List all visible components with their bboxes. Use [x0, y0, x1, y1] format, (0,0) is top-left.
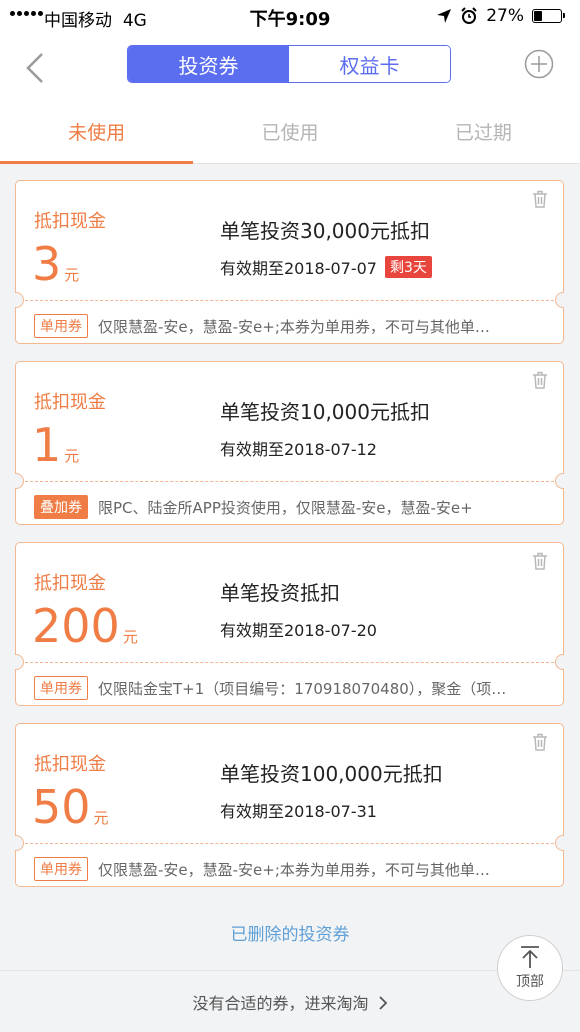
- back-arrow-icon[interactable]: [22, 52, 52, 84]
- trash-icon[interactable]: [532, 190, 548, 208]
- alarm-icon: [461, 7, 477, 24]
- coupon-expiry: 有效期至2018-07-31: [220, 802, 377, 821]
- tab-bar: 未使用 已使用 已过期: [0, 100, 580, 164]
- coupon-type-label: 抵扣现金: [34, 392, 106, 413]
- find-coupons-link[interactable]: 没有合适的券，进来淘淘: [0, 990, 580, 1014]
- status-bar: 中国移动 4G 下午9:09 27%: [0, 0, 580, 34]
- coupon-description: 仅限慧盈-安e，慧盈-安e+;本券为单用券，不可与其他单…: [98, 317, 490, 336]
- days-remaining-badge: 剩3天: [385, 256, 432, 278]
- coupon-amount: 1元: [32, 418, 80, 472]
- coupon-title: 单笔投资抵扣: [220, 581, 340, 605]
- arrow-up-icon: [521, 946, 539, 968]
- battery-icon: [532, 9, 565, 23]
- coupon-tag: 叠加券: [34, 495, 88, 519]
- coupon-title: 单笔投资30,000元抵扣: [220, 219, 430, 243]
- coupon-title: 单笔投资10,000元抵扣: [220, 400, 430, 424]
- trash-icon[interactable]: [532, 552, 548, 570]
- location-arrow-icon: [437, 9, 452, 23]
- coupon-tag: 单用券: [34, 857, 88, 881]
- segment-benefit-cards[interactable]: 权益卡: [289, 46, 450, 82]
- add-circle-icon[interactable]: [524, 49, 554, 79]
- coupon-card[interactable]: 抵扣现金 3元 单笔投资30,000元抵扣 有效期至2018-07-07 剩3天 …: [15, 180, 564, 344]
- coupon-description: 限PC、陆金所APP投资使用，仅限慧盈-安e，慧盈-安e+: [98, 498, 473, 517]
- dashed-divider: [25, 300, 554, 301]
- coupon-title: 单笔投资100,000元抵扣: [220, 762, 443, 786]
- coupon-description: 仅限慧盈-安e，慧盈-安e+;本券为单用券，不可与其他单…: [98, 860, 490, 879]
- chevron-right-icon: [378, 996, 387, 1010]
- dashed-divider: [25, 843, 554, 844]
- tab-unused[interactable]: 未使用: [0, 100, 194, 164]
- back-to-top-label: 顶部: [516, 974, 544, 990]
- coupon-card[interactable]: 抵扣现金 1元 单笔投资10,000元抵扣 有效期至2018-07-12 叠加券…: [15, 361, 564, 525]
- coupon-tag: 单用券: [34, 314, 88, 338]
- coupon-expiry: 有效期至2018-07-12: [220, 440, 377, 459]
- tab-expired[interactable]: 已过期: [387, 100, 580, 163]
- coupon-expiry: 有效期至2018-07-07 剩3天: [220, 255, 432, 279]
- coupon-description: 仅限陆金宝T+1（项目编号：170918070480），聚金（项…: [98, 679, 507, 698]
- back-to-top-button[interactable]: 顶部: [497, 935, 563, 1001]
- coupon-card[interactable]: 抵扣现金 200 元 单笔投资抵扣 有效期至2018-07-20 单用券 仅限陆金…: [15, 542, 564, 706]
- coupon-amount: 50 元: [32, 780, 109, 834]
- battery-percent: 27%: [486, 6, 524, 26]
- footer-divider: [0, 970, 580, 971]
- dashed-divider: [25, 481, 554, 482]
- coupon-card[interactable]: 抵扣现金 50 元 单笔投资100,000元抵扣 有效期至2018-07-31 单…: [15, 723, 564, 887]
- trash-icon[interactable]: [532, 733, 548, 751]
- coupon-amount: 3元: [32, 237, 80, 291]
- deleted-coupons-link[interactable]: 已删除的投资券: [0, 920, 580, 945]
- segment-control: 投资券 权益卡: [127, 45, 451, 83]
- coupon-amount: 200 元: [32, 599, 138, 653]
- coupon-type-label: 抵扣现金: [34, 211, 106, 232]
- coupon-expiry: 有效期至2018-07-20: [220, 621, 377, 640]
- segment-investment-coupons[interactable]: 投资券: [128, 46, 289, 82]
- dashed-divider: [25, 662, 554, 663]
- coupon-tag: 单用券: [34, 676, 88, 700]
- trash-icon[interactable]: [532, 371, 548, 389]
- coupon-type-label: 抵扣现金: [34, 573, 106, 594]
- coupon-type-label: 抵扣现金: [34, 754, 106, 775]
- navigation-bar: 投资券 权益卡: [0, 34, 580, 100]
- tab-used[interactable]: 已使用: [193, 100, 386, 163]
